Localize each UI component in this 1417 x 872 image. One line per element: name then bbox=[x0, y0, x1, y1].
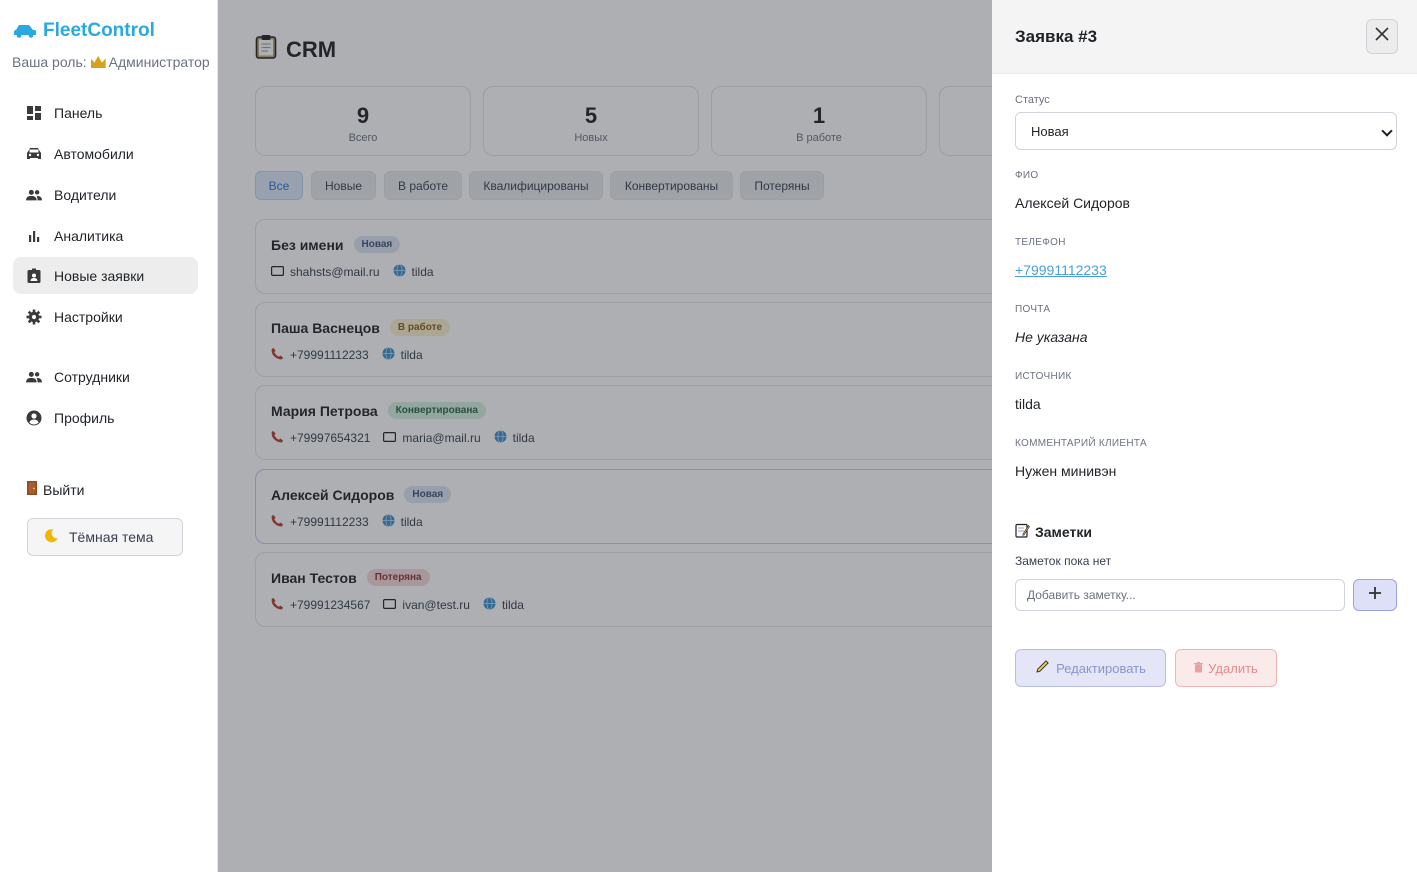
dark-theme-toggle[interactable]: Тёмная тема bbox=[27, 518, 183, 556]
gear-icon bbox=[26, 309, 42, 325]
sidebar-item-new-leads[interactable]: Новые заявки bbox=[13, 257, 198, 294]
comment-label: Комментарий клиента bbox=[1015, 438, 1147, 449]
dashboard-icon bbox=[26, 105, 42, 121]
sidebar-item-label: Профиль bbox=[54, 409, 115, 426]
source-label: Источник bbox=[1015, 371, 1072, 382]
crown-icon bbox=[90, 56, 106, 68]
status-select[interactable]: Новая bbox=[1015, 112, 1397, 150]
logout-button[interactable]: Выйти bbox=[26, 480, 84, 499]
brand-name: FleetControl bbox=[43, 20, 155, 41]
sidebar-item-analytics[interactable]: Аналитика bbox=[13, 217, 198, 254]
sidebar-item-label: Панель bbox=[54, 104, 103, 121]
brand[interactable]: FleetControl bbox=[13, 20, 155, 42]
sidebar-item-label: Настройки bbox=[54, 308, 123, 325]
pencil-icon bbox=[1035, 659, 1050, 677]
car-logo-icon bbox=[13, 24, 37, 38]
sidebar-item-profile[interactable]: Профиль bbox=[13, 399, 198, 436]
email-value: Не указана bbox=[1015, 329, 1088, 345]
close-button[interactable] bbox=[1366, 19, 1398, 54]
chevron-down-icon bbox=[1381, 125, 1393, 137]
sidebar-item-drivers[interactable]: Водители bbox=[13, 176, 198, 213]
status-label: Статус bbox=[1015, 94, 1050, 106]
user-role: Ваша роль: Администратор bbox=[12, 54, 210, 70]
contact-card-icon bbox=[26, 268, 42, 284]
sidebar-item-label: Аналитика bbox=[54, 227, 124, 244]
sidebar-item-cars[interactable]: Автомобили bbox=[13, 135, 198, 172]
modal-backdrop[interactable] bbox=[218, 0, 992, 872]
close-icon bbox=[1375, 27, 1389, 46]
memo-icon bbox=[1015, 523, 1030, 541]
notes-empty-text: Заметок пока нет bbox=[1015, 554, 1112, 568]
comment-value: Нужен минивэн bbox=[1015, 463, 1117, 479]
theme-toggle-label: Тёмная тема bbox=[69, 529, 154, 545]
account-circle-icon bbox=[26, 410, 42, 426]
name-value: Алексей Сидоров bbox=[1015, 195, 1130, 211]
people-icon bbox=[26, 187, 42, 203]
edit-button-label: Редактировать bbox=[1056, 660, 1146, 676]
sidebar-item-label: Водители bbox=[54, 186, 117, 203]
status-select-value: Новая bbox=[1031, 123, 1069, 139]
bar-chart-icon bbox=[26, 228, 42, 244]
sidebar: FleetControl Ваша роль: Администратор Пан… bbox=[0, 0, 218, 872]
add-note-button[interactable] bbox=[1353, 579, 1397, 611]
notes-title: Заметки bbox=[1015, 523, 1092, 541]
delete-button-label: Удалить bbox=[1208, 660, 1258, 676]
sidebar-item-label: Новые заявки bbox=[54, 267, 145, 284]
delete-button[interactable]: Удалить bbox=[1175, 649, 1277, 687]
role-prefix: Ваша роль: bbox=[12, 54, 87, 70]
sidebar-item-staff[interactable]: Сотрудники bbox=[13, 358, 198, 395]
sidebar-item-dashboard[interactable]: Панель bbox=[13, 94, 198, 131]
role-name: Администратор bbox=[108, 54, 210, 70]
sidebar-item-settings[interactable]: Настройки bbox=[13, 298, 198, 335]
notes-title-text: Заметки bbox=[1035, 524, 1092, 540]
people-icon bbox=[26, 369, 42, 385]
sidebar-item-label: Сотрудники bbox=[54, 368, 130, 385]
name-label: ФИО bbox=[1015, 170, 1039, 181]
trash-icon bbox=[1194, 661, 1204, 676]
drawer-header: Заявка #3 bbox=[992, 0, 1417, 74]
car-icon bbox=[26, 146, 42, 162]
door-icon bbox=[26, 480, 38, 499]
note-input[interactable] bbox=[1015, 579, 1345, 611]
moon-icon bbox=[44, 528, 59, 546]
phone-link[interactable]: +79991112233 bbox=[1015, 262, 1107, 278]
logout-label: Выйти bbox=[43, 481, 85, 498]
plus-icon bbox=[1368, 586, 1382, 605]
edit-button[interactable]: Редактировать bbox=[1015, 649, 1166, 687]
email-label: Почта bbox=[1015, 304, 1051, 315]
phone-label: Телефон bbox=[1015, 237, 1066, 248]
source-value: tilda bbox=[1015, 396, 1041, 412]
sidebar-item-label: Автомобили bbox=[54, 145, 134, 162]
lead-detail-drawer: Заявка #3 Статус Новая ФИО Алексей Сидор… bbox=[992, 0, 1417, 872]
drawer-title: Заявка #3 bbox=[1015, 27, 1098, 46]
